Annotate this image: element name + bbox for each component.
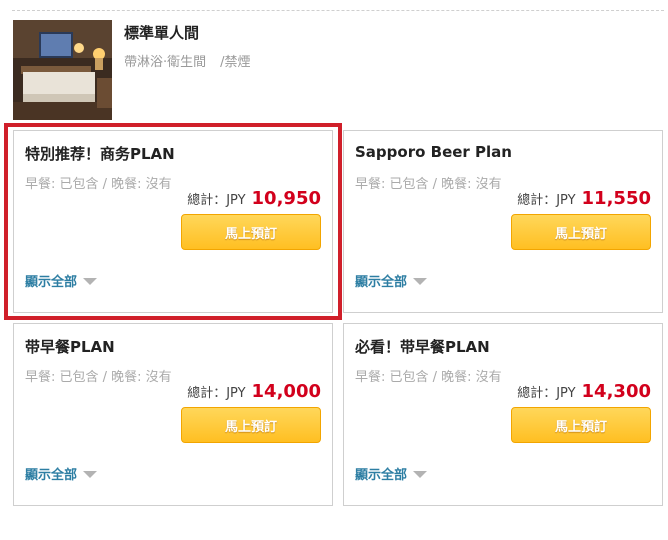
book-now-button[interactable]: 馬上預訂 — [181, 407, 321, 443]
chevron-down-icon — [413, 278, 428, 285]
room-smoking: /禁煙 — [220, 55, 251, 70]
show-all-label: 顯示全部 — [355, 275, 408, 290]
show-all-label: 顯示全部 — [25, 468, 78, 483]
price-value: 14,300 — [581, 381, 651, 402]
price-row: 總計：JPY 10,950 — [187, 188, 321, 209]
plan-card: 必看！带早餐PLAN 早餐: 已包含 / 晚餐: 沒有 總計：JPY 14,300… — [343, 323, 663, 506]
room-amenities: 帶淋浴·衛生間 — [124, 55, 207, 70]
room-title: 標準單人間 — [124, 24, 200, 42]
plan-meal-info: 早餐: 已包含 / 晚餐: 沒有 — [25, 370, 172, 385]
room-photo — [13, 20, 112, 120]
chevron-down-icon — [83, 471, 98, 478]
top-divider — [12, 10, 664, 11]
plan-card: 特別推荐！商务PLAN 早餐: 已包含 / 晚餐: 沒有 總計：JPY 10,95… — [13, 130, 333, 313]
price-value: 11,550 — [581, 188, 651, 209]
plan-meal-info: 早餐: 已包含 / 晚餐: 沒有 — [355, 177, 502, 192]
price-label: 總計：JPY — [517, 386, 576, 401]
show-all-link[interactable]: 顯示全部 — [355, 271, 428, 290]
plan-card: Sapporo Beer Plan 早餐: 已包含 / 晚餐: 沒有 總計：JP… — [343, 130, 663, 313]
book-now-button[interactable]: 馬上預訂 — [181, 214, 321, 250]
price-row: 總計：JPY 14,300 — [517, 381, 651, 402]
plan-meal-info: 早餐: 已包含 / 晚餐: 沒有 — [25, 177, 172, 192]
price-value: 10,950 — [251, 188, 321, 209]
price-label: 總計：JPY — [187, 193, 246, 208]
chevron-down-icon — [83, 278, 98, 285]
plan-name: 特別推荐！商务PLAN — [25, 145, 175, 163]
price-row: 總計：JPY 14,000 — [187, 381, 321, 402]
show-all-label: 顯示全部 — [25, 275, 78, 290]
price-label: 總計：JPY — [517, 193, 576, 208]
plan-meal-info: 早餐: 已包含 / 晚餐: 沒有 — [355, 370, 502, 385]
plan-name: 带早餐PLAN — [25, 338, 115, 356]
show-all-label: 顯示全部 — [355, 468, 408, 483]
book-now-button[interactable]: 馬上預訂 — [511, 407, 651, 443]
show-all-link[interactable]: 顯示全部 — [25, 464, 98, 483]
price-label: 總計：JPY — [187, 386, 246, 401]
plan-name: Sapporo Beer Plan — [355, 143, 512, 161]
plan-name: 必看！带早餐PLAN — [355, 338, 490, 356]
plan-card: 带早餐PLAN 早餐: 已包含 / 晚餐: 沒有 總計：JPY 14,000 馬上… — [13, 323, 333, 506]
chevron-down-icon — [413, 471, 428, 478]
price-row: 總計：JPY 11,550 — [517, 188, 651, 209]
book-now-button[interactable]: 馬上預訂 — [511, 214, 651, 250]
room-features: 帶淋浴·衛生間/禁煙 — [124, 51, 251, 70]
price-value: 14,000 — [251, 381, 321, 402]
show-all-link[interactable]: 顯示全部 — [355, 464, 428, 483]
show-all-link[interactable]: 顯示全部 — [25, 271, 98, 290]
